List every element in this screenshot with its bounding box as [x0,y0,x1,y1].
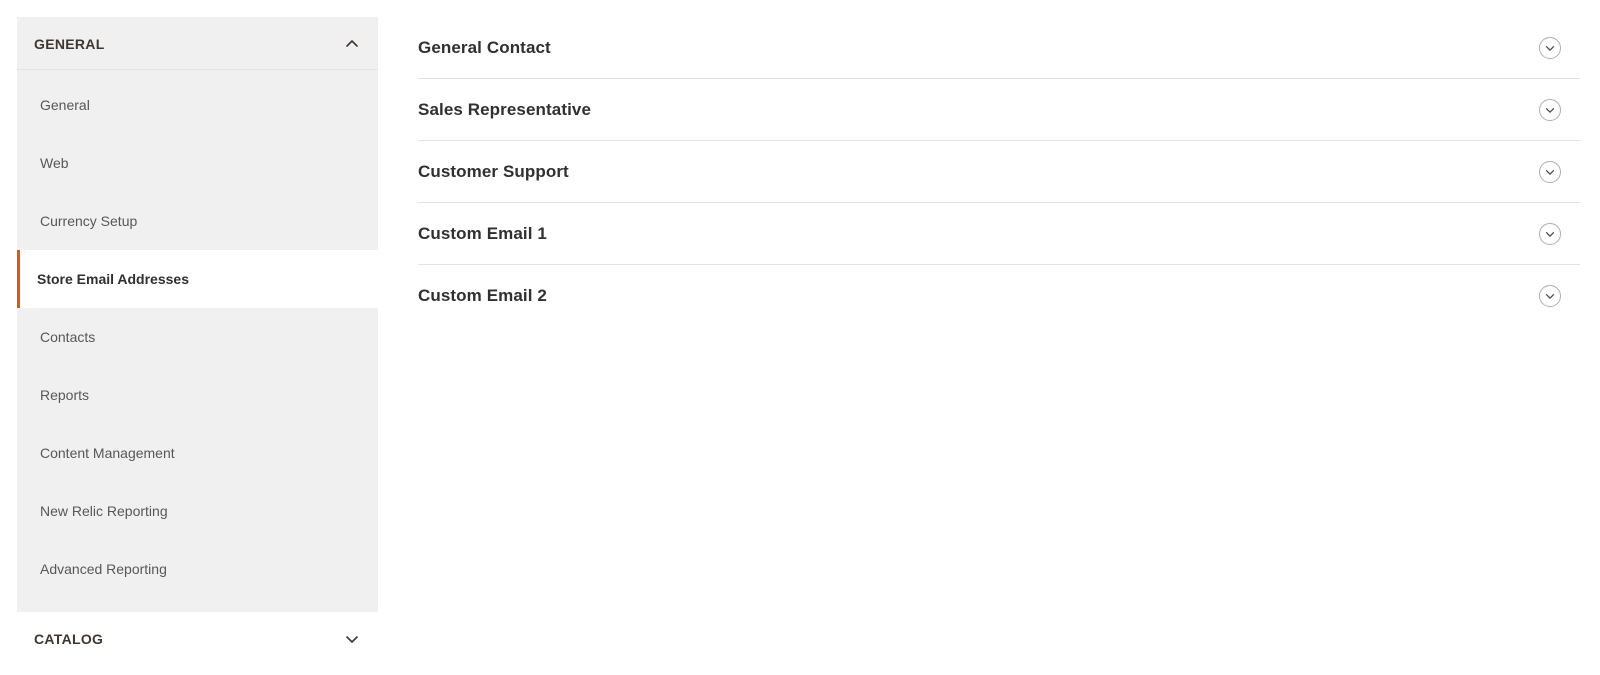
section-title-sales-representative: Sales Representative [418,99,592,119]
chevron-down-circle-icon[interactable] [1539,160,1561,183]
sidebar-section-header-general[interactable]: GENERAL [17,17,378,70]
sidebar-section-items-general: General Web Currency Setup Store Email A… [17,70,378,612]
collapsible-section-customer-support[interactable]: Customer Support [418,141,1580,203]
sidebar-item-label: Web [40,155,69,171]
sidebar-item-label: Content Management [40,445,175,461]
section-title-custom-email-1: Custom Email 1 [418,223,547,243]
sidebar-item-web[interactable]: Web [17,134,378,192]
sidebar-item-store-email-addresses[interactable]: Store Email Addresses [17,250,378,308]
section-title-custom-email-2: Custom Email 2 [418,286,547,305]
sidebar-item-label: Contacts [40,329,96,345]
section-title-customer-support: Customer Support [418,161,569,181]
sidebar-item-label: New Relic Reporting [40,503,168,519]
chevron-up-icon[interactable] [344,36,360,52]
collapsible-section-custom-email-2[interactable]: Custom Email 2 [418,265,1580,327]
chevron-down-circle-icon[interactable] [1539,222,1561,245]
sidebar-item-label: General [40,97,90,113]
sidebar-item-currency-setup[interactable]: Currency Setup [17,192,378,250]
sidebar-item-content-management[interactable]: Content Management [17,424,378,482]
chevron-down-circle-icon[interactable] [1539,285,1561,307]
section-title-general-contact: General Contact [418,37,551,57]
chevron-down-icon[interactable] [344,631,360,647]
sidebar-section-title-catalog: CATALOG [34,630,104,647]
sidebar-item-new-relic-reporting[interactable]: New Relic Reporting [17,482,378,540]
store-email-addresses-panel: General Contact Sales Representative Cus… [418,0,1580,327]
sidebar-item-label: Reports [40,387,90,403]
settings-page: GENERAL General Web Currency Setup Store… [0,0,1600,675]
sidebar-item-label: Store Email Addresses [37,271,189,287]
sidebar-item-general[interactable]: General [17,76,378,134]
sidebar-item-label: Currency Setup [40,213,138,229]
sidebar-section-catalog: CATALOG [17,612,378,665]
sidebar-item-label: Advanced Reporting [40,561,167,577]
sidebar-item-contacts[interactable]: Contacts [17,308,378,366]
collapsible-section-sales-representative[interactable]: Sales Representative [418,79,1580,141]
sidebar-section-header-catalog[interactable]: CATALOG [17,612,378,665]
collapsible-section-general-contact[interactable]: General Contact [418,17,1580,79]
sidebar-section-general: GENERAL General Web Currency Setup Store… [17,17,378,612]
sidebar-item-reports[interactable]: Reports [17,366,378,424]
settings-sidebar: GENERAL General Web Currency Setup Store… [17,17,378,665]
chevron-down-circle-icon[interactable] [1539,98,1561,121]
chevron-down-circle-icon[interactable] [1539,36,1561,59]
sidebar-item-advanced-reporting[interactable]: Advanced Reporting [17,540,378,598]
collapsible-section-custom-email-1[interactable]: Custom Email 1 [418,203,1580,265]
sidebar-section-title-general: GENERAL [34,35,105,52]
